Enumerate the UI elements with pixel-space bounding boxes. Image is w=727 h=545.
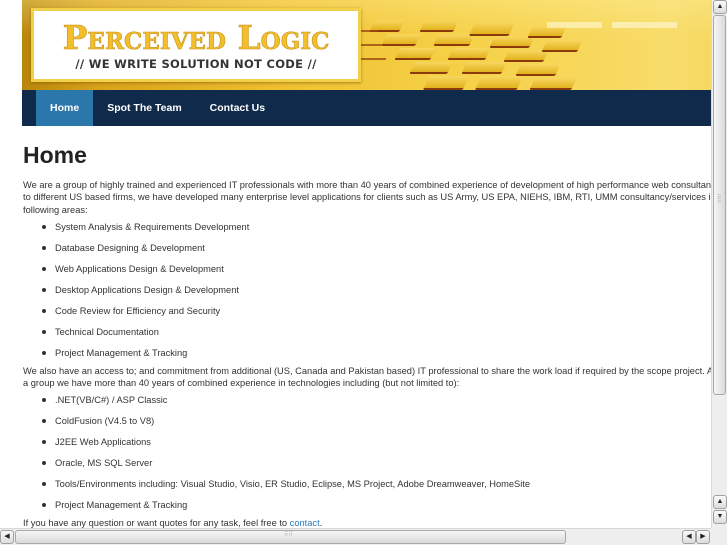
technologies-list: .NET(VB/C#) / ASP Classic ColdFusion (V4… [23,394,711,511]
scroll-left-button[interactable]: ◀ [0,530,14,544]
list-item: System Analysis & Requirements Developme… [42,221,711,233]
header-banner: Perceived Logic // WE WRITE SOLUTION NOT… [22,0,711,90]
vertical-scrollbar[interactable]: ▲ ⠿ ⠿ ▲ ▼ [711,0,727,528]
logo-title: Perceived Logic [62,18,330,57]
up-arrow-icon: ▲ [716,3,724,10]
keyboard-key-decor [541,40,583,52]
keyboard-key-decor [409,62,453,74]
up-arrow-icon: ▲ [716,498,724,505]
keyboard-key-decor [529,78,577,90]
closing-text: If you have any question or want quotes … [23,518,290,528]
horizontal-scrollbar[interactable]: ◀ ⠿⠿ ◀ ▶ [0,528,711,545]
list-item: Technical Documentation [42,326,711,338]
right-arrow-icon: ▶ [700,533,706,540]
closing-paragraph: If you have any question or want quotes … [23,517,711,528]
nav-item-spot-the-team[interactable]: Spot The Team [93,90,195,126]
grip-icon: ⠿⠿ [284,532,293,538]
down-arrow-icon: ▼ [716,513,724,520]
list-item: .NET(VB/C#) / ASP Classic [42,394,711,406]
list-item: Database Designing & Development [42,242,711,254]
list-item: Desktop Applications Design & Developmen… [42,284,711,296]
scrollbar-corner [711,528,727,545]
list-item: J2EE Web Applications [42,436,711,448]
keyboard-highlight-decor [612,22,677,28]
keyboard-key-decor [394,48,436,60]
list-item: Web Applications Design & Development [42,263,711,275]
keyboard-key-decor [447,48,491,60]
left-arrow-icon: ◀ [686,533,692,540]
intro-paragraph: We are a group of highly trained and exp… [23,180,711,215]
left-arrow-icon: ◀ [4,533,10,540]
scroll-right-button[interactable]: ▶ [696,530,710,544]
nav-item-contact-us[interactable]: Contact Us [196,90,279,126]
closing-end: . [319,518,323,528]
main-nav: Home Spot The Team Contact Us [22,90,711,126]
scroll-down-button[interactable]: ▼ [713,510,727,524]
nav-item-home[interactable]: Home [36,90,94,126]
list-item: Project Management & Tracking [42,499,711,511]
keyboard-key-decor [422,76,470,90]
keyboard-key-decor [474,76,524,90]
scroll-up-button-bottom[interactable]: ▲ [713,495,727,509]
list-item: Tools/Environments including: Visual Stu… [42,478,711,490]
scroll-left-button-right[interactable]: ◀ [682,530,696,544]
main-content: Home We are a group of highly trained an… [22,140,711,528]
horizontal-scroll-thumb[interactable]: ⠿⠿ [15,530,566,544]
contact-link[interactable]: contact [290,518,320,528]
list-item: Code Review for Efficiency and Security [42,305,711,317]
keyboard-highlight-decor [547,22,602,28]
vertical-scroll-thumb[interactable]: ⠿ ⠿ [713,15,726,395]
browser-viewport: Perceived Logic // WE WRITE SOLUTION NOT… [0,0,711,528]
services-list: System Analysis & Requirements Developme… [23,221,711,359]
list-item: Project Management & Tracking [42,347,711,359]
grip-icon: ⠿⠿ [717,195,722,205]
site-logo[interactable]: Perceived Logic // WE WRITE SOLUTION NOT… [31,8,361,82]
page: Perceived Logic // WE WRITE SOLUTION NOT… [22,0,711,528]
list-item: ColdFusion (V4.5 to V8) [42,415,711,427]
keyboard-key-decor [468,22,516,36]
keyboard-key-decor [461,62,507,74]
list-item: Oracle, MS SQL Server [42,457,711,469]
keyboard-key-decor [381,34,421,46]
keyboard-key-decor [419,20,459,32]
access-paragraph: We also have an access to; and commitmen… [23,365,711,389]
logo-tagline: // WE WRITE SOLUTION NOT CODE // [75,57,317,71]
keyboard-key-decor [515,64,561,76]
page-title: Home [23,142,87,168]
scroll-up-button[interactable]: ▲ [713,0,727,14]
